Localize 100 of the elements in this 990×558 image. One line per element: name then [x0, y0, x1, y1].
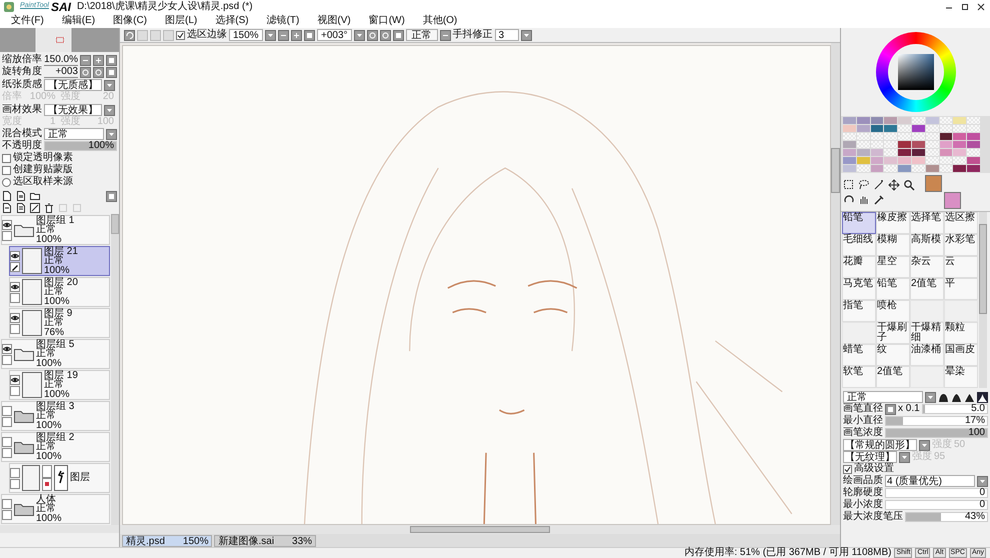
texture-dropdown[interactable]: 【无质感】	[44, 79, 102, 91]
square-icon[interactable]	[106, 66, 117, 78]
color-swatch[interactable]	[843, 157, 856, 164]
layer-row[interactable]: 图层 9 正常 76%	[9, 308, 110, 338]
lock-checkbox[interactable]	[10, 478, 20, 488]
color-swatch[interactable]	[912, 157, 925, 164]
trash-icon[interactable]	[44, 203, 54, 213]
color-swatch[interactable]	[912, 141, 925, 148]
lock-checkbox[interactable]	[2, 416, 12, 426]
maximize-icon[interactable]	[960, 2, 970, 12]
lock-checkbox[interactable]	[10, 386, 20, 396]
stabilizer-field[interactable]: 3	[494, 29, 519, 41]
eyedropper-icon[interactable]	[873, 194, 885, 206]
undo-icon[interactable]	[124, 30, 135, 40]
brush-tool[interactable]: 国画皮	[944, 344, 978, 366]
lock-checkbox[interactable]	[2, 510, 12, 520]
slider-value[interactable]: 150.0%	[44, 54, 78, 66]
square-icon[interactable]	[106, 54, 117, 66]
pen-icon[interactable]	[10, 262, 20, 272]
color-swatch[interactable]	[926, 165, 939, 172]
brush-tool[interactable]: 油漆桶	[910, 344, 944, 366]
slider-fill[interactable]	[45, 142, 116, 150]
folder-icon[interactable]	[30, 191, 40, 201]
menu-item[interactable]: 文件(F)	[2, 14, 53, 26]
minus-icon[interactable]	[80, 54, 91, 66]
selection-rect-icon[interactable]	[843, 178, 855, 190]
menu-item[interactable]: 图层(L)	[156, 14, 206, 26]
scroll-thumb[interactable]	[111, 214, 119, 234]
layer-row[interactable]: 图层 19 正常 100%	[9, 370, 110, 400]
eye-icon[interactable]	[10, 250, 20, 260]
checkbox[interactable]	[2, 154, 11, 162]
plus-icon[interactable]	[93, 54, 104, 66]
color-swatch[interactable]	[898, 149, 911, 156]
layer-row[interactable]: 人体 正常 100%	[1, 494, 110, 524]
color-swatch[interactable]	[953, 141, 966, 148]
color-swatch[interactable]	[856, 117, 870, 124]
square-icon[interactable]	[392, 30, 404, 40]
color-swatch[interactable]	[912, 125, 925, 132]
search-icon[interactable]	[903, 178, 915, 190]
lock-checkbox[interactable]	[2, 230, 12, 240]
brush-tip-icon[interactable]	[977, 392, 988, 402]
move-icon[interactable]	[888, 178, 900, 190]
shape-dropdown[interactable]: 【无纹理】	[843, 451, 897, 463]
brush-tip-icon[interactable]	[951, 392, 962, 402]
brush-tool[interactable]: 晕染	[944, 366, 978, 388]
minus-icon[interactable]	[440, 30, 451, 40]
slider-fill[interactable]	[906, 513, 941, 521]
square-icon[interactable]	[304, 30, 315, 40]
brush-tool[interactable]: 干爆精细	[910, 322, 944, 344]
menu-item[interactable]: 其他(O)	[414, 14, 466, 26]
color-swatch[interactable]	[953, 149, 966, 156]
color-swatch[interactable]	[843, 141, 856, 148]
slider-fill[interactable]	[886, 417, 904, 425]
checkbox[interactable]	[843, 464, 852, 474]
rotate-icon[interactable]	[380, 30, 391, 40]
slider-track[interactable]: 43%	[905, 512, 988, 522]
color-swatch[interactable]	[856, 125, 870, 132]
brush-tool[interactable]: 云	[944, 256, 978, 278]
plus-icon[interactable]	[291, 30, 302, 40]
brush-tool[interactable]: 2值笔	[876, 366, 910, 388]
document-tab[interactable]: 新建图像.sai 33%	[214, 535, 316, 547]
color-swatch[interactable]	[856, 157, 870, 164]
brush-tool[interactable]: 纹	[876, 344, 910, 366]
rotation-field[interactable]: +003°	[317, 29, 352, 41]
square-icon[interactable]	[106, 190, 117, 202]
color-swatch[interactable]	[940, 133, 952, 140]
brush-tool[interactable]: 选择笔	[910, 212, 944, 234]
layer-row[interactable]: 图层 21 正常 100%	[9, 246, 110, 276]
visibility-checkbox[interactable]	[2, 436, 12, 446]
color-swatch[interactable]	[967, 133, 980, 140]
brush-tool[interactable]: 喷枪	[876, 300, 910, 322]
color-swatch[interactable]	[898, 157, 911, 164]
new-page-icon[interactable]	[2, 191, 12, 201]
slider-track[interactable]: 100	[885, 428, 988, 438]
color-swatch[interactable]	[967, 165, 980, 172]
color-swatch[interactable]	[953, 117, 966, 124]
color-swatch[interactable]	[870, 117, 884, 124]
color-swatch[interactable]	[898, 165, 911, 172]
color-swatch[interactable]	[953, 165, 966, 172]
brush-tool[interactable]: 选区擦	[944, 212, 978, 234]
layer-row[interactable]: 图层组 1 正常 100%	[1, 215, 110, 245]
brush-tool[interactable]: 星空	[876, 256, 910, 278]
brush-tool[interactable]: 蜡笔	[842, 344, 876, 366]
scroll-thumb[interactable]	[979, 224, 987, 314]
rotate-icon[interactable]	[366, 30, 378, 40]
layer-row[interactable]: 图层组 2 正常 100%	[1, 432, 110, 462]
lock-checkbox[interactable]	[10, 292, 20, 302]
slider-track[interactable]: 0	[885, 488, 988, 498]
zoom-field[interactable]: 150%	[229, 29, 263, 41]
color-square[interactable]	[898, 54, 934, 90]
primary-color[interactable]	[925, 175, 942, 192]
slider-value[interactable]: +003	[44, 66, 78, 78]
blend-mode-button[interactable]: 正常	[406, 29, 438, 41]
color-swatch[interactable]	[898, 117, 911, 124]
color-swatch[interactable]	[926, 117, 939, 124]
color-swatch[interactable]	[884, 157, 898, 164]
rotate-icon[interactable]	[93, 66, 104, 78]
color-swatch[interactable]	[843, 165, 856, 172]
brush-tip-icon[interactable]	[938, 392, 949, 402]
close-icon[interactable]	[976, 2, 986, 12]
